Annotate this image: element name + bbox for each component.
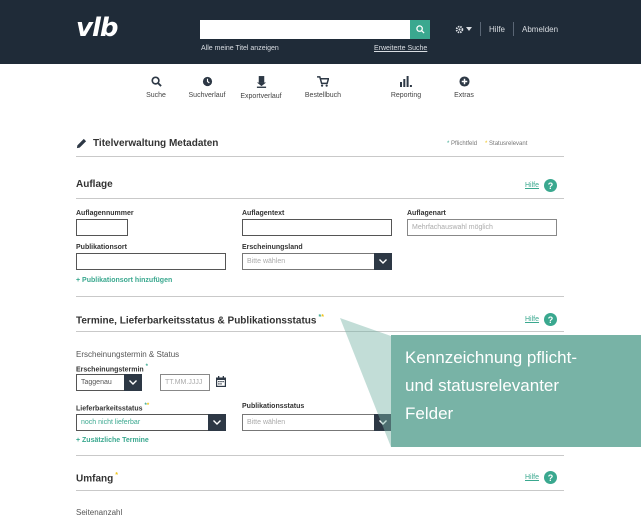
callout-line: Felder	[405, 404, 454, 423]
callout-line: und statusrelevanter	[405, 376, 560, 395]
annotation-callout: Kennzeichnung pflicht- und statusrelevan…	[391, 335, 641, 447]
callout-line: Kennzeichnung pflicht-	[405, 348, 578, 367]
